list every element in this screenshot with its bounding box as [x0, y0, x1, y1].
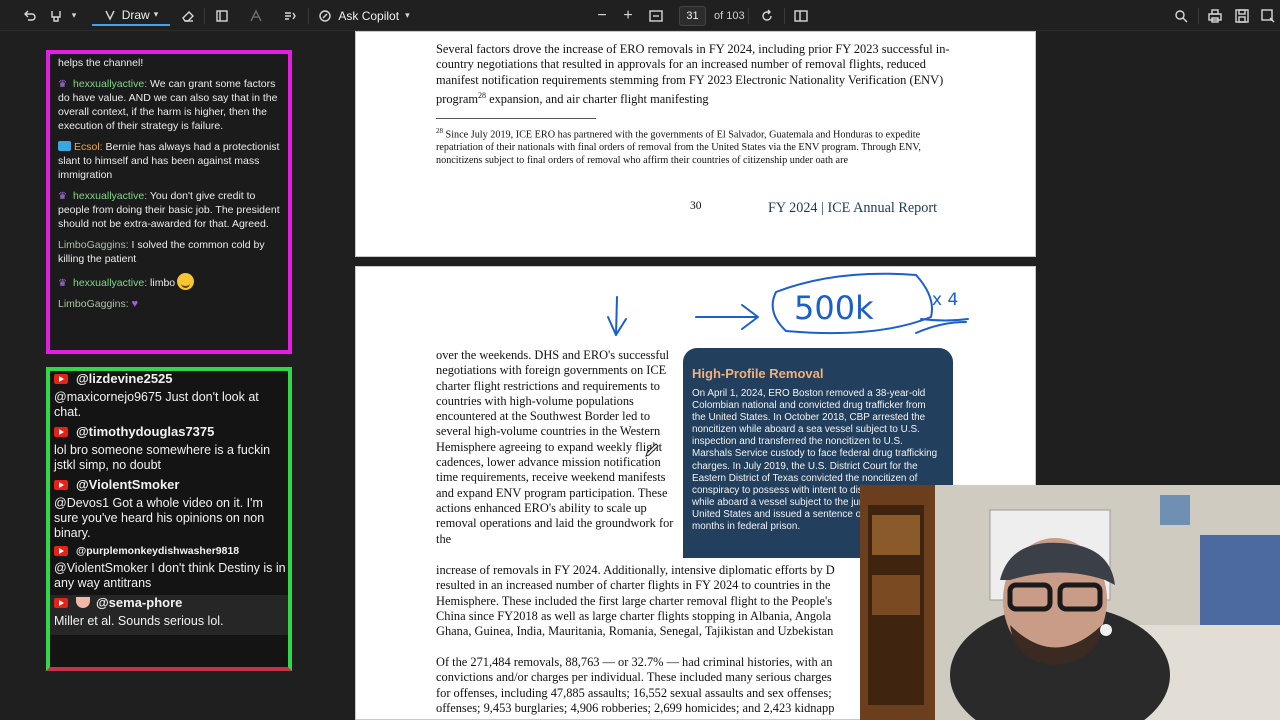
chat-message-text: @Devos1 Got a whole video on it. I'm sur… — [54, 496, 265, 540]
chat-message: LimboGaggins: ♥ — [58, 297, 280, 311]
down-arrow-shaft — [615, 296, 618, 336]
chat-username[interactable]: hexxuallyactive: — [73, 277, 147, 289]
divider — [204, 8, 205, 24]
chat-message-text: Miller et al. Sounds serious lol. — [54, 614, 224, 628]
divider — [784, 8, 785, 24]
youtube-icon — [54, 479, 68, 490]
highlight-icon[interactable] — [46, 5, 66, 26]
chat-username[interactable]: Ecsol: — [74, 141, 103, 153]
ink-annotation[interactable]: 500k x 4 — [356, 267, 1036, 357]
chat-message: ♛ hexxuallyactive: limbo — [58, 273, 280, 290]
callout-title: High-Profile Removal — [692, 366, 824, 381]
rotate-icon[interactable] — [757, 5, 777, 26]
chat-message: Ecsol: Bernie has always had a protectio… — [58, 140, 280, 182]
undo-icon[interactable] — [20, 5, 40, 26]
chat-message-highlighted: @sema-phore Miller et al. Sounds serious… — [50, 595, 288, 635]
footnote: 28 Since July 2019, ICE ERO has partnere… — [436, 127, 921, 166]
divider — [308, 8, 309, 24]
chat-message: ♛ hexxuallyactive: We can grant some fact… — [58, 77, 280, 133]
youtube-icon — [54, 546, 68, 556]
chat-username[interactable]: hexxuallyactive: — [73, 190, 147, 202]
chat-username[interactable]: @ViolentSmoker — [76, 477, 179, 492]
webcam-overlay — [860, 485, 1280, 720]
chevron-down-icon: ▾ — [405, 10, 410, 20]
chat-username[interactable]: @purplemonkeydishwasher9818 — [76, 545, 239, 557]
chat-message-text: helps the channel! — [58, 57, 144, 69]
text-format-icon[interactable] — [246, 5, 266, 26]
zoom-out-icon[interactable]: − — [592, 5, 612, 26]
purple-heart-icon: ♥ — [131, 298, 139, 310]
chat-message: LimboGaggins: I solved the common cold b… — [58, 238, 280, 266]
page-number-input[interactable]: 31 — [679, 6, 706, 26]
badge-icon: ♛ — [58, 278, 67, 289]
youtube-icon — [54, 597, 68, 608]
chat-message-text: @maxicornejo9675 Just don't look at chat… — [54, 390, 259, 419]
bowl-emoji-icon — [76, 597, 90, 608]
divider — [748, 8, 749, 24]
page-total: of 103 — [714, 10, 745, 22]
page-number: 30 — [690, 200, 702, 212]
chat-message-text: @ViolentSmoker I don't think Destiny is … — [54, 561, 286, 590]
twitch-chat-panel: helps the channel! ♛ hexxuallyactive: We … — [46, 50, 292, 354]
youtube-icon — [54, 426, 68, 437]
zoom-in-icon[interactable]: + — [618, 5, 638, 26]
page-current: 31 — [686, 10, 699, 22]
save-as-icon[interactable] — [1258, 5, 1278, 26]
chat-username[interactable]: hexxuallyactive: — [73, 78, 147, 90]
chat-message: @timothydouglas7375 — [54, 424, 286, 439]
fit-page-icon[interactable] — [646, 5, 666, 26]
chevron-down-icon: ▾ — [153, 9, 159, 19]
pdf-toolbar: ▾ Draw ▾ Ask Copilot ▾ − + 31 of 103 — [0, 0, 1280, 31]
ask-copilot-button[interactable]: Ask Copilot ▾ — [316, 5, 412, 26]
badge-icon: ♛ — [58, 191, 67, 202]
body-paragraph: increase of removals in FY 2024. Additio… — [436, 563, 835, 639]
body-paragraph: Several factors drove the increase of ER… — [436, 42, 950, 107]
read-aloud-icon[interactable] — [280, 5, 300, 26]
chat-message: helps the channel! — [58, 56, 280, 70]
ink-text-multiplier: x 4 — [932, 290, 958, 310]
chat-username[interactable]: LimboGaggins: — [58, 298, 129, 310]
body-paragraph: Of the 271,484 removals, 88,763 — or 32.… — [436, 655, 835, 715]
pdf-page: Several factors drove the increase of ER… — [355, 31, 1036, 257]
search-icon[interactable] — [1171, 5, 1191, 26]
body-paragraph: over the weekends. DHS and ERO's success… — [436, 348, 674, 546]
footnote-divider — [436, 118, 596, 119]
report-title: FY 2024 | ICE Annual Report — [768, 200, 938, 216]
chat-username[interactable]: @timothydouglas7375 — [76, 424, 214, 439]
copilot-icon — [319, 9, 332, 22]
copilot-label: Ask Copilot — [338, 8, 400, 23]
youtube-chat-panel: @lizdevine2525 @maxicornejo9675 Just don… — [46, 367, 292, 671]
streamer-webcam-image — [860, 485, 1280, 720]
page-view-icon[interactable] — [791, 5, 811, 26]
chat-message-text: limbo — [150, 277, 176, 289]
ink-text-500k: 500k — [794, 289, 874, 327]
chat-username[interactable]: @sema-phore — [96, 595, 182, 610]
print-icon[interactable] — [1205, 5, 1225, 26]
text-box-icon[interactable] — [212, 5, 232, 26]
highlight-dropdown-icon[interactable]: ▾ — [68, 5, 80, 26]
save-icon[interactable] — [1232, 5, 1252, 26]
chat-message: @purplemonkeydishwasher9818 — [54, 545, 286, 557]
badge-icon: ♛ — [58, 79, 67, 90]
youtube-icon — [54, 373, 68, 384]
chat-message: @lizdevine2525 — [54, 371, 286, 386]
divider — [1198, 8, 1199, 24]
draw-icon — [105, 10, 115, 21]
pen-cursor-icon — [645, 443, 659, 457]
eraser-icon[interactable] — [178, 5, 198, 26]
draw-label: Draw — [121, 7, 150, 22]
chat-message: ♛ hexxuallyactive: You don't give credit … — [58, 189, 280, 231]
grinning-emoji-icon — [177, 273, 195, 290]
chat-message-text: lol bro someone somewhere is a fuckin js… — [54, 443, 271, 472]
chat-username[interactable]: @lizdevine2525 — [76, 371, 173, 386]
chat-message: @ViolentSmoker — [54, 477, 286, 492]
chat-username[interactable]: LimboGaggins: — [58, 239, 129, 251]
draw-button[interactable]: Draw ▾ — [92, 5, 170, 26]
subscriber-badge-icon — [58, 141, 71, 151]
